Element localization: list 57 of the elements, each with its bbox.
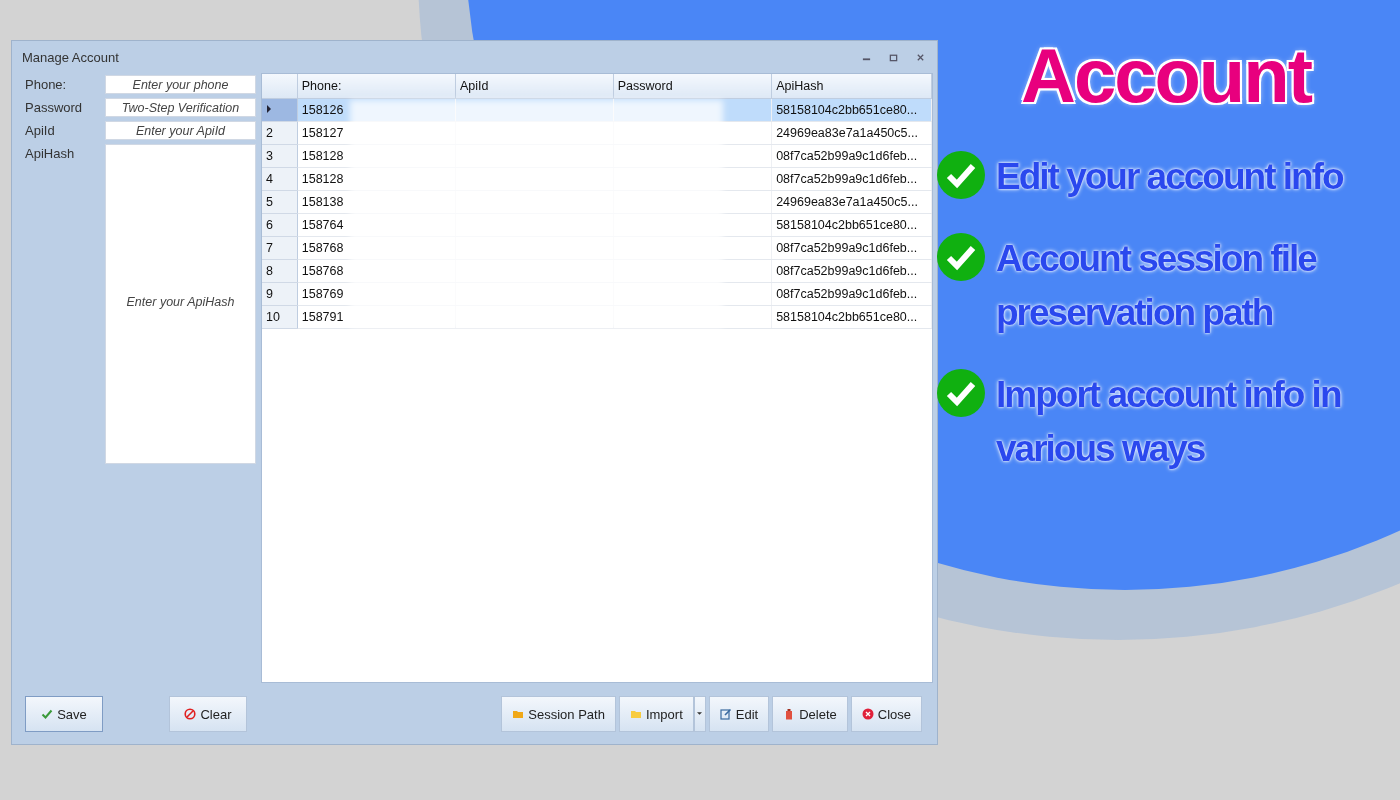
row-header[interactable]: 6 [262, 213, 298, 237]
current-row-icon [266, 104, 272, 114]
row-header[interactable]: 8 [262, 259, 298, 283]
text-area[interactable]: Enter your ApiHash [105, 144, 256, 464]
row-header[interactable]: 9 [262, 282, 298, 306]
table-cell: 58158104c2bb651ce80... [771, 305, 932, 329]
input-field[interactable]: Enter your ApiId [105, 121, 256, 140]
row-header[interactable]: 7 [262, 236, 298, 260]
dropdown-button[interactable]: Import [618, 696, 694, 732]
row-header[interactable]: 3 [262, 144, 298, 168]
checkmark-icon [936, 150, 986, 200]
close-icon [861, 708, 874, 720]
button[interactable]: Close [850, 696, 922, 732]
table-cell: 08f7ca52b99a9c1d6feb... [771, 236, 932, 260]
button[interactable]: Save [25, 696, 103, 732]
row-header[interactable]: 4 [262, 167, 298, 191]
edit-icon [719, 708, 732, 720]
promo-title: Account [1021, 32, 1311, 120]
field-label: Password [25, 99, 84, 115]
column-header[interactable]: ApiId [455, 74, 614, 99]
table-cell: 08f7ca52b99a9c1d6feb... [771, 259, 932, 283]
window-title: Manage Account [22, 49, 119, 65]
table-cell: 58158104c2bb651ce80... [771, 98, 932, 122]
field-label: Phone: [25, 76, 68, 92]
field-label: ApiId [25, 122, 56, 138]
column-header[interactable]: Phone: [297, 74, 456, 99]
column-header[interactable]: ApiHash [771, 74, 932, 99]
table-cell: 24969ea83e7a1a450c5... [771, 190, 932, 214]
folder-icon [629, 708, 642, 720]
prohibited-icon [184, 708, 197, 720]
folder-icon [512, 708, 525, 720]
checkmark-icon [936, 232, 986, 282]
field-label: ApiHash [25, 145, 76, 161]
input-field[interactable]: Enter your phone [105, 75, 256, 94]
row-header[interactable]: 10 [262, 305, 298, 329]
row-header[interactable]: 5 [262, 190, 298, 214]
restore-icon[interactable] [889, 52, 898, 62]
input-field[interactable]: Two-Step Verification [105, 98, 256, 117]
row-header[interactable]: 2 [262, 121, 298, 145]
table-cell: 24969ea83e7a1a450c5... [771, 121, 932, 145]
table-cell: 08f7ca52b99a9c1d6feb... [771, 144, 932, 168]
caret-icon [697, 712, 703, 716]
button[interactable]: Clear [169, 696, 247, 732]
table-cell: 58158104c2bb651ce80... [771, 213, 932, 237]
checkmark-icon [936, 368, 986, 418]
row-header[interactable] [262, 98, 298, 122]
button[interactable]: Session Path [501, 696, 616, 732]
button[interactable]: Edit [708, 696, 770, 732]
check-icon [41, 708, 54, 720]
close-icon[interactable] [916, 52, 925, 62]
table-cell: 08f7ca52b99a9c1d6feb... [771, 167, 932, 191]
feature-text: Account session file preservation path [996, 237, 1318, 335]
table-cell: 08f7ca52b99a9c1d6feb... [771, 282, 932, 306]
feature-text: Edit your account info [996, 155, 1344, 199]
button[interactable]: Delete [772, 696, 848, 732]
feature-text: Import account info in various ways [996, 373, 1342, 471]
column-header[interactable]: Password [613, 74, 772, 99]
